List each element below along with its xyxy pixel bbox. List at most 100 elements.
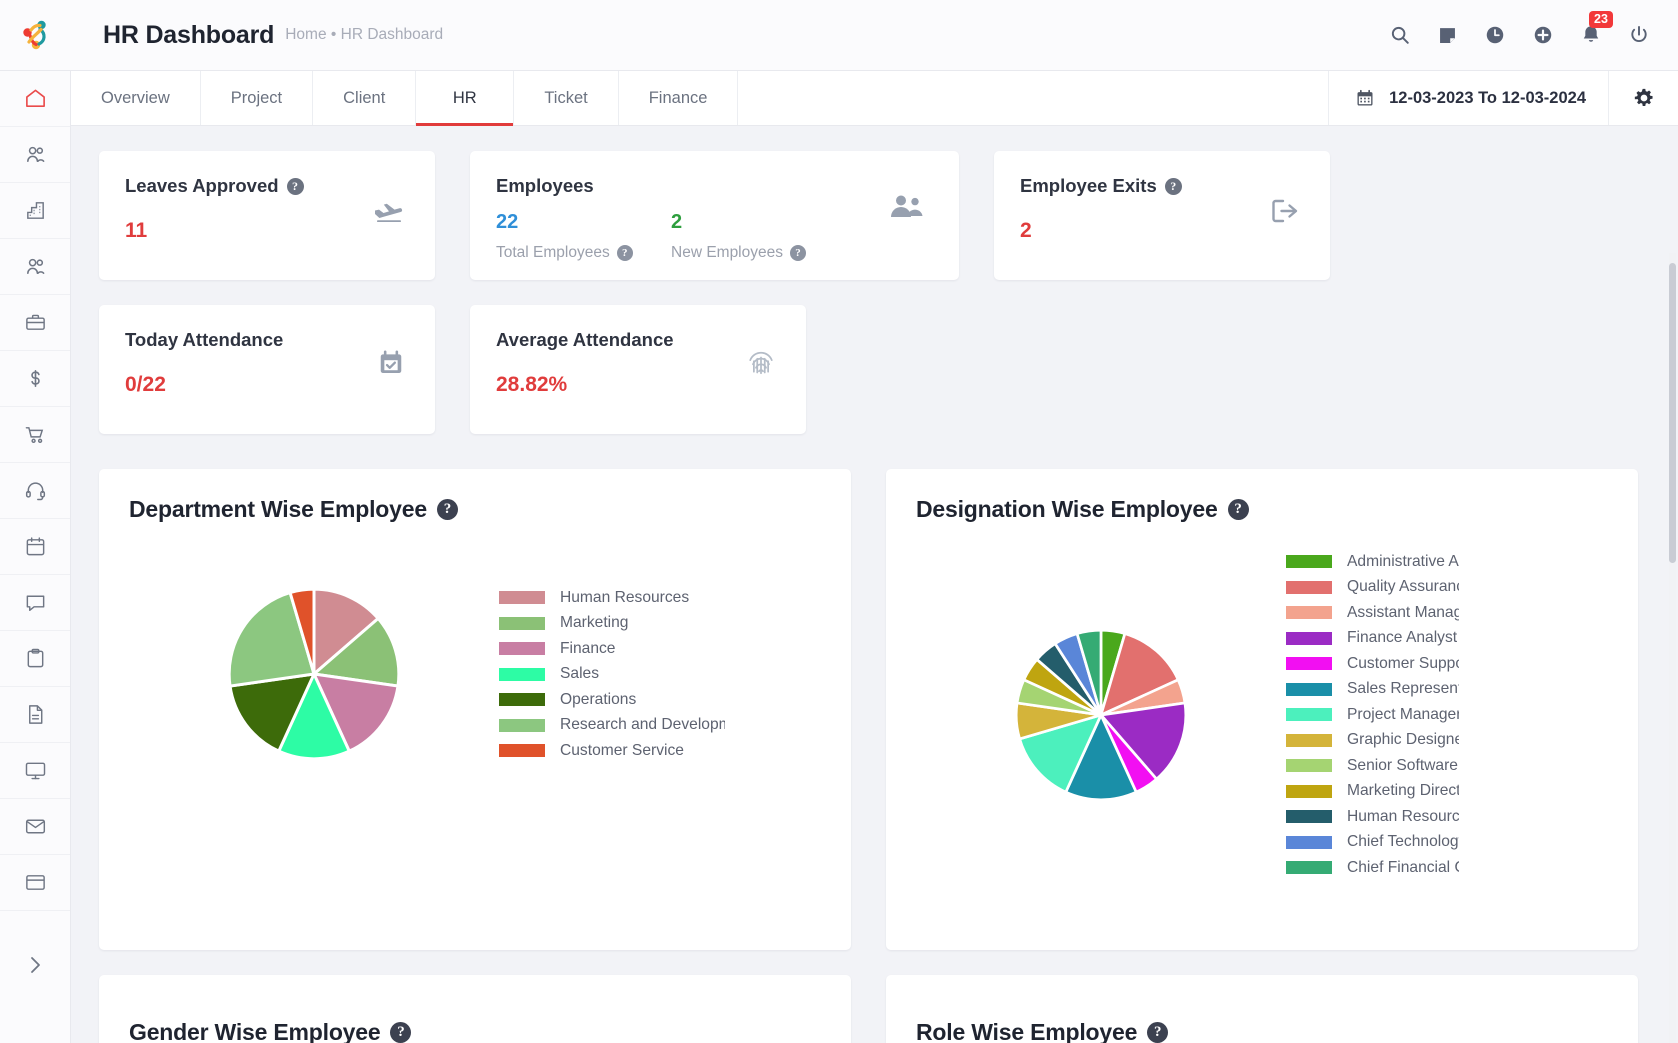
average-attendance-label: Average Attendance bbox=[496, 329, 674, 350]
calendar-check-icon bbox=[377, 349, 405, 382]
sidebar-item-finance[interactable] bbox=[0, 351, 70, 407]
dashboard-settings-button[interactable] bbox=[1608, 71, 1678, 125]
search-button[interactable] bbox=[1389, 24, 1411, 46]
legend-item[interactable]: Graphic Designer bbox=[1286, 728, 1459, 754]
sidebar-item-home[interactable] bbox=[0, 71, 70, 127]
help-icon[interactable]: ? bbox=[790, 245, 806, 261]
help-icon[interactable]: ? bbox=[1147, 1022, 1169, 1043]
tab-client[interactable]: Client bbox=[313, 71, 417, 125]
legend-item[interactable]: Marketing Director bbox=[1286, 779, 1459, 805]
card-average-attendance: Average Attendance 28.82% bbox=[470, 305, 806, 434]
legend-item[interactable]: Quality Assurance Engineer bbox=[1286, 575, 1459, 601]
department-chart-label: Department Wise Employee bbox=[129, 496, 427, 522]
legend-item[interactable]: Customer Service bbox=[499, 738, 725, 764]
sidebar-expand-button[interactable] bbox=[0, 937, 70, 993]
legend-item[interactable]: Customer Support Executive bbox=[1286, 651, 1459, 677]
average-attendance-title: Average Attendance bbox=[496, 329, 780, 351]
legend-label: Marketing bbox=[560, 614, 629, 631]
card-today-attendance: Today Attendance 0/22 bbox=[99, 305, 435, 434]
legend-label: Customer Support Executive bbox=[1347, 654, 1459, 672]
legend-swatch bbox=[499, 693, 545, 706]
designation-pie[interactable] bbox=[916, 620, 1286, 810]
app-logo[interactable] bbox=[0, 0, 71, 71]
legend-label: Quality Assurance Engineer bbox=[1347, 578, 1459, 596]
hr-dashboard-app: HR Dashboard Home • HR Dashboard 23 Over… bbox=[0, 0, 1678, 1043]
legend-item[interactable]: Assistant Manager bbox=[1286, 600, 1459, 626]
legend-item[interactable]: Finance Analyst bbox=[1286, 626, 1459, 652]
notifications-button[interactable]: 23 bbox=[1580, 11, 1613, 46]
timer-button[interactable] bbox=[1484, 24, 1506, 46]
help-icon[interactable]: ? bbox=[1164, 177, 1182, 195]
legend-item[interactable]: Sales bbox=[499, 661, 725, 687]
sidebar-item-apps[interactable] bbox=[0, 855, 70, 911]
legend-item[interactable]: Human Resources Manager bbox=[1286, 804, 1459, 830]
legend-item[interactable]: Finance bbox=[499, 636, 725, 662]
legend-label: Sales bbox=[560, 665, 600, 682]
sidebar-item-calendar[interactable] bbox=[0, 519, 70, 575]
tab-finance[interactable]: Finance bbox=[619, 71, 739, 125]
card-employee-exits: Employee Exits ? 2 bbox=[994, 151, 1330, 280]
sidebar-item-email[interactable] bbox=[0, 799, 70, 855]
legend-item[interactable]: Chief Technology Officer bbox=[1286, 830, 1459, 856]
designation-pie-svg bbox=[1014, 628, 1188, 801]
legend-swatch bbox=[1286, 682, 1332, 696]
people-icon bbox=[889, 193, 925, 226]
legend-swatch bbox=[1286, 631, 1332, 645]
legend-swatch bbox=[1286, 759, 1332, 773]
help-icon[interactable]: ? bbox=[1227, 499, 1249, 520]
legend-swatch bbox=[499, 667, 545, 681]
department-pie[interactable] bbox=[129, 579, 499, 769]
notes-button[interactable] bbox=[1437, 25, 1458, 46]
add-button[interactable] bbox=[1532, 24, 1554, 46]
tab-overview[interactable]: Overview bbox=[71, 71, 201, 125]
sidebar-item-messages[interactable] bbox=[0, 575, 70, 631]
legend-item[interactable]: Chief Financial Officer bbox=[1286, 855, 1459, 881]
search-icon bbox=[1391, 26, 1409, 44]
sidebar-item-company[interactable] bbox=[0, 183, 70, 239]
designation-chart-body: Administrative Assistant Quality Assuran… bbox=[916, 549, 1608, 881]
legend-item[interactable]: Operations bbox=[499, 687, 725, 713]
home-icon bbox=[25, 89, 45, 107]
employee-exits-label: Employee Exits bbox=[1020, 175, 1157, 196]
legend-item[interactable]: Sales Representative bbox=[1286, 677, 1459, 703]
card-employees: Employees 22 Total Employees ? 2 New Emp… bbox=[470, 151, 959, 280]
help-icon[interactable]: ? bbox=[286, 177, 304, 195]
sidebar-item-support[interactable] bbox=[0, 463, 70, 519]
sidebar-item-projects[interactable] bbox=[0, 295, 70, 351]
legend-label: Finance Analyst bbox=[1347, 629, 1458, 647]
sidebar bbox=[0, 0, 71, 1043]
legend-item[interactable]: Research and Development bbox=[499, 712, 725, 738]
help-icon[interactable]: ? bbox=[616, 245, 633, 261]
date-range-picker[interactable]: 12-03-2023 To 12-03-2024 bbox=[1329, 71, 1608, 125]
card-department-wise-employee: Department Wise Employee ? Human Resourc… bbox=[99, 469, 851, 950]
tab-hr[interactable]: HR bbox=[416, 71, 515, 126]
sidebar-item-clients[interactable] bbox=[0, 239, 70, 295]
tab-bar-filler bbox=[738, 71, 1330, 125]
document-icon bbox=[28, 705, 42, 724]
employees-metrics: 22 Total Employees ? 2 New Employees ? bbox=[496, 211, 933, 262]
sidebar-item-assets[interactable] bbox=[0, 743, 70, 799]
help-icon[interactable]: ? bbox=[390, 1022, 412, 1043]
legend-item[interactable]: Senior Software Engineer bbox=[1286, 753, 1459, 779]
tab-ticket[interactable]: Ticket bbox=[514, 71, 619, 125]
stat-row-2: Today Attendance 0/22 Average Attendance… bbox=[99, 305, 1650, 434]
cart-icon bbox=[25, 427, 43, 443]
sidebar-item-employees[interactable] bbox=[0, 127, 70, 183]
total-employees-label: Total Employees bbox=[496, 244, 610, 261]
legend-swatch bbox=[1286, 835, 1332, 849]
logout-button[interactable] bbox=[1628, 24, 1650, 46]
window-icon bbox=[25, 875, 45, 890]
help-icon[interactable]: ? bbox=[436, 499, 458, 520]
legend-item[interactable]: Administrative Assistant bbox=[1286, 549, 1459, 575]
sidebar-item-reports[interactable] bbox=[0, 687, 70, 743]
scrollbar-thumb[interactable] bbox=[1669, 263, 1676, 563]
legend-item[interactable]: Human Resources bbox=[499, 585, 725, 611]
chart-row-1: Department Wise Employee ? Human Resourc… bbox=[99, 469, 1650, 950]
legend-item[interactable]: Project Manager bbox=[1286, 702, 1459, 728]
department-chart-title: Department Wise Employee ? bbox=[129, 496, 821, 523]
sidebar-item-sales[interactable] bbox=[0, 407, 70, 463]
legend-label: Graphic Designer bbox=[1347, 731, 1459, 749]
tab-project[interactable]: Project bbox=[201, 71, 314, 125]
legend-item[interactable]: Marketing bbox=[499, 610, 725, 636]
sidebar-item-tasks[interactable] bbox=[0, 631, 70, 687]
